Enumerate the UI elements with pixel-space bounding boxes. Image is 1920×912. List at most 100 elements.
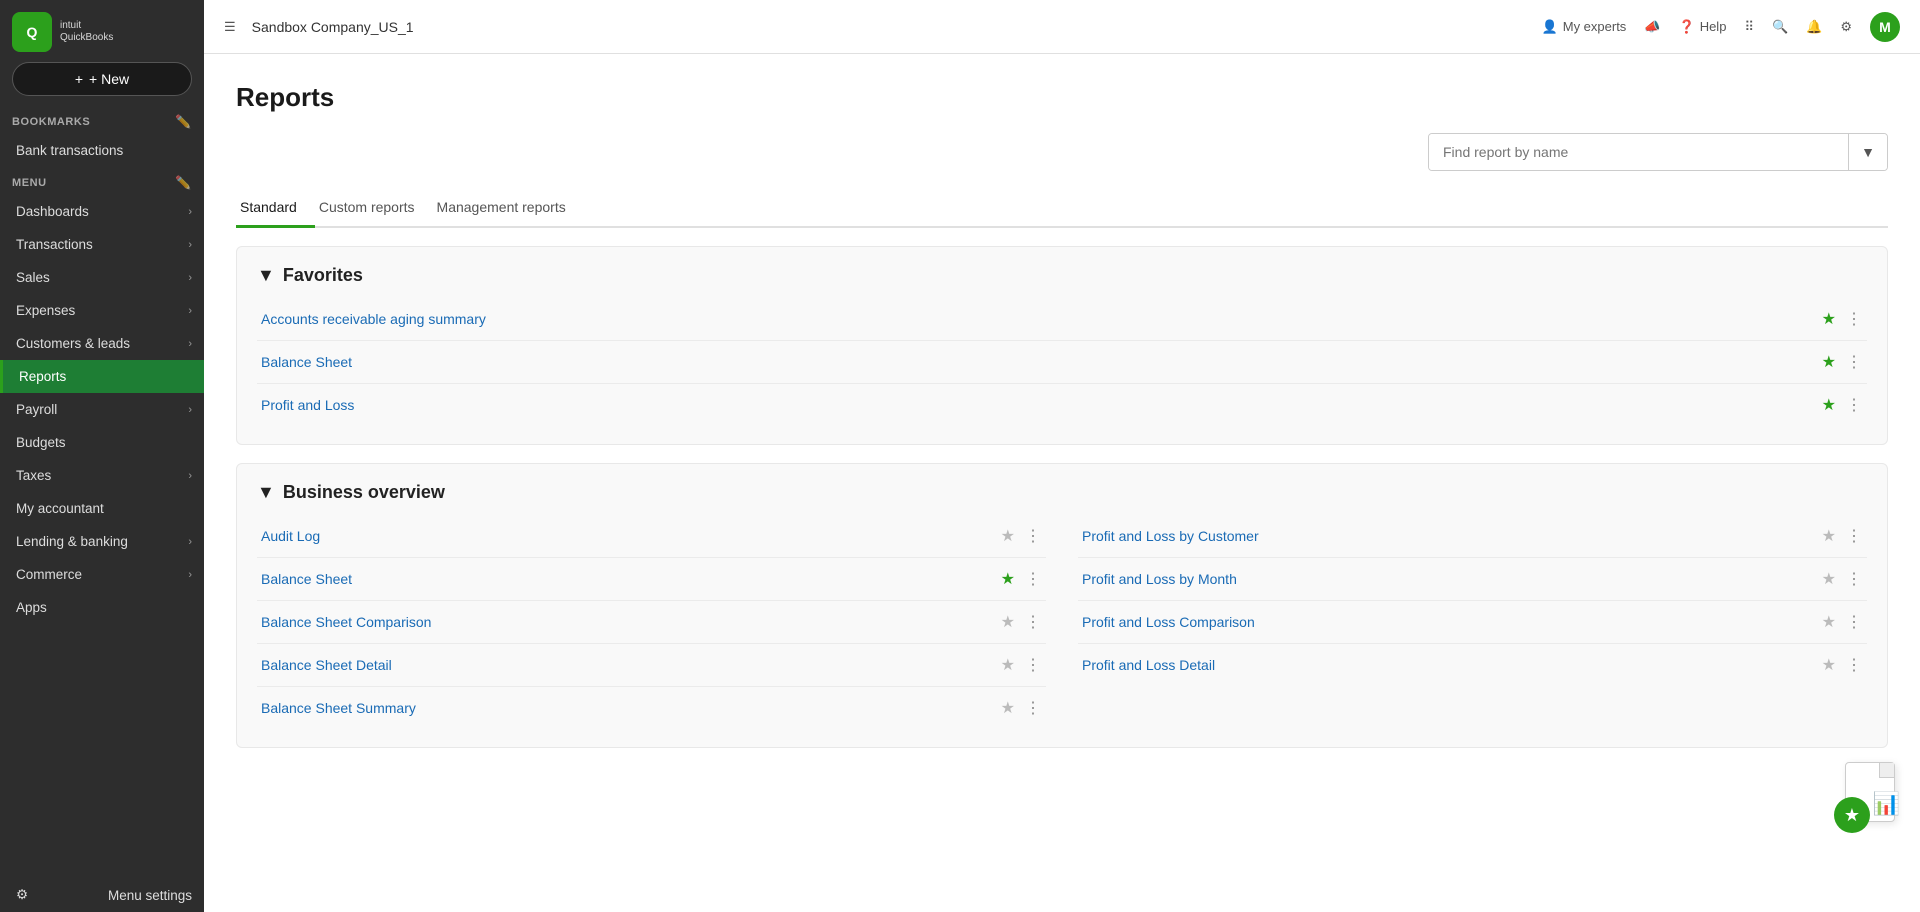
sidebar-item-payroll[interactable]: Payroll › bbox=[0, 393, 204, 426]
sidebar-item-lending-banking[interactable]: Lending & banking › bbox=[0, 525, 204, 558]
new-button[interactable]: + + New bbox=[12, 62, 192, 96]
apps-grid-button[interactable]: ⠿ bbox=[1744, 19, 1754, 35]
sidebar-item-expenses[interactable]: Expenses › bbox=[0, 294, 204, 327]
more-options-icon[interactable]: ⋮ bbox=[1025, 698, 1042, 718]
sidebar-item-commerce[interactable]: Commerce › bbox=[0, 558, 204, 591]
favorite-report-item[interactable]: Profit and Loss ★ ⋮ bbox=[257, 384, 1867, 426]
help-button[interactable]: ❓ Help bbox=[1679, 19, 1727, 35]
business-overview-right-column: Profit and Loss by Customer ★ ⋮ Profit a… bbox=[1078, 515, 1867, 729]
my-experts-button[interactable]: 👤 My experts bbox=[1542, 19, 1627, 35]
star-icon[interactable]: ★ bbox=[1822, 569, 1836, 589]
more-options-icon[interactable]: ⋮ bbox=[1846, 395, 1863, 415]
tab-standard[interactable]: Standard bbox=[236, 189, 315, 228]
more-options-icon[interactable]: ⋮ bbox=[1846, 352, 1863, 372]
sidebar-header: Q intuit QuickBooks bbox=[0, 0, 204, 62]
more-options-icon[interactable]: ⋮ bbox=[1025, 569, 1042, 589]
star-icon[interactable]: ★ bbox=[1822, 352, 1836, 372]
sidebar-label-transactions: Transactions bbox=[16, 237, 93, 252]
business-report-item[interactable]: Profit and Loss by Month ★ ⋮ bbox=[1078, 558, 1867, 601]
sidebar-item-reports[interactable]: Reports bbox=[0, 360, 204, 393]
favorites-title: Favorites bbox=[283, 265, 363, 286]
report-name: Audit Log bbox=[261, 528, 1001, 544]
more-options-icon[interactable]: ⋮ bbox=[1846, 309, 1863, 329]
sidebar-item-apps[interactable]: Apps bbox=[0, 591, 204, 624]
favorites-list: Accounts receivable aging summary ★ ⋮ Ba… bbox=[257, 298, 1867, 426]
star-icon[interactable]: ★ bbox=[1001, 569, 1015, 589]
more-options-icon[interactable]: ⋮ bbox=[1846, 526, 1863, 546]
business-report-item[interactable]: Balance Sheet Summary ★ ⋮ bbox=[257, 687, 1046, 729]
star-icon[interactable]: ★ bbox=[1001, 655, 1015, 675]
star-icon[interactable]: ★ bbox=[1822, 309, 1836, 329]
sidebar-item-dashboards[interactable]: Dashboards › bbox=[0, 195, 204, 228]
menu-settings-item[interactable]: ⚙ Menu settings bbox=[0, 875, 204, 912]
notifications-button[interactable]: 🔔 bbox=[1806, 19, 1822, 35]
sidebar-item-budgets[interactable]: Budgets bbox=[0, 426, 204, 459]
business-overview-section: ▼ Business overview Audit Log ★ ⋮ Balanc… bbox=[236, 463, 1888, 748]
search-icon: 🔍 bbox=[1772, 19, 1788, 35]
more-options-icon[interactable]: ⋮ bbox=[1846, 569, 1863, 589]
business-overview-left-column: Audit Log ★ ⋮ Balance Sheet ★ ⋮ Balance … bbox=[257, 515, 1046, 729]
star-icon[interactable]: ★ bbox=[1001, 612, 1015, 632]
search-button[interactable]: 🔍 bbox=[1772, 19, 1788, 35]
megaphone-button[interactable]: 📣 bbox=[1644, 19, 1660, 35]
sidebar-item-transactions[interactable]: Transactions › bbox=[0, 228, 204, 261]
bookmarks-section-header[interactable]: BOOKMARKS ✏️ bbox=[0, 106, 204, 134]
tab-management-reports[interactable]: Management reports bbox=[433, 189, 584, 228]
megaphone-icon: 📣 bbox=[1644, 19, 1660, 35]
menu-edit-icon[interactable]: ✏️ bbox=[175, 175, 192, 191]
business-report-item[interactable]: Profit and Loss Detail ★ ⋮ bbox=[1078, 644, 1867, 686]
star-icon[interactable]: ★ bbox=[1001, 698, 1015, 718]
sidebar-item-my-accountant[interactable]: My accountant bbox=[0, 492, 204, 525]
bookmarks-label: BOOKMARKS bbox=[12, 116, 90, 128]
search-bar-container: ▼ bbox=[236, 133, 1888, 171]
search-input[interactable] bbox=[1429, 134, 1848, 170]
business-overview-columns: Audit Log ★ ⋮ Balance Sheet ★ ⋮ Balance … bbox=[257, 515, 1867, 729]
more-options-icon[interactable]: ⋮ bbox=[1025, 612, 1042, 632]
chevron-icon: › bbox=[188, 569, 192, 581]
chevron-icon: › bbox=[188, 536, 192, 548]
business-chevron-down-icon: ▼ bbox=[257, 482, 275, 503]
chevron-icon: › bbox=[188, 206, 192, 218]
star-icon[interactable]: ★ bbox=[1822, 526, 1836, 546]
business-report-item[interactable]: Profit and Loss by Customer ★ ⋮ bbox=[1078, 515, 1867, 558]
gear-icon: ⚙ bbox=[1840, 19, 1852, 35]
hamburger-menu-button[interactable]: ☰ bbox=[224, 19, 236, 35]
business-report-item[interactable]: Balance Sheet ★ ⋮ bbox=[257, 558, 1046, 601]
favorite-report-item[interactable]: Balance Sheet ★ ⋮ bbox=[257, 341, 1867, 384]
business-report-item[interactable]: Balance Sheet Comparison ★ ⋮ bbox=[257, 601, 1046, 644]
star-icon[interactable]: ★ bbox=[1822, 395, 1836, 415]
tab-custom-reports[interactable]: Custom reports bbox=[315, 189, 433, 228]
sidebar-label-lending-banking: Lending & banking bbox=[16, 534, 128, 549]
sidebar-label-taxes: Taxes bbox=[16, 468, 51, 483]
report-name: Balance Sheet bbox=[261, 571, 1001, 587]
business-report-item[interactable]: Profit and Loss Comparison ★ ⋮ bbox=[1078, 601, 1867, 644]
topbar-icons: 👤 My experts 📣 ❓ Help ⠿ 🔍 🔔 ⚙ bbox=[1542, 12, 1900, 42]
star-icon[interactable]: ★ bbox=[1822, 612, 1836, 632]
star-icon[interactable]: ★ bbox=[1001, 526, 1015, 546]
chevron-icon: › bbox=[188, 338, 192, 350]
report-name: Balance Sheet bbox=[261, 354, 1822, 370]
sidebar-item-sales[interactable]: Sales › bbox=[0, 261, 204, 294]
favorites-section-header[interactable]: ▼ Favorites bbox=[257, 265, 1867, 286]
menu-section-header[interactable]: MENU ✏️ bbox=[0, 167, 204, 195]
star-icon[interactable]: ★ bbox=[1822, 655, 1836, 675]
sidebar-item-customers-leads[interactable]: Customers & leads › bbox=[0, 327, 204, 360]
more-options-icon[interactable]: ⋮ bbox=[1025, 655, 1042, 675]
sidebar: Q intuit QuickBooks + + New BOOKMARKS ✏️… bbox=[0, 0, 204, 912]
business-overview-title: Business overview bbox=[283, 482, 445, 503]
business-report-item[interactable]: Balance Sheet Detail ★ ⋮ bbox=[257, 644, 1046, 687]
bookmarks-edit-icon[interactable]: ✏️ bbox=[175, 114, 192, 130]
report-name: Balance Sheet Comparison bbox=[261, 614, 1001, 630]
settings-button[interactable]: ⚙ bbox=[1840, 19, 1852, 35]
more-options-icon[interactable]: ⋮ bbox=[1846, 655, 1863, 675]
business-overview-header[interactable]: ▼ Business overview bbox=[257, 482, 1867, 503]
sidebar-item-taxes[interactable]: Taxes › bbox=[0, 459, 204, 492]
sidebar-label-reports: Reports bbox=[19, 369, 66, 384]
business-report-item[interactable]: Audit Log ★ ⋮ bbox=[257, 515, 1046, 558]
more-options-icon[interactable]: ⋮ bbox=[1846, 612, 1863, 632]
sidebar-item-bank-transactions[interactable]: Bank transactions bbox=[0, 134, 204, 167]
search-dropdown-button[interactable]: ▼ bbox=[1848, 134, 1887, 170]
more-options-icon[interactable]: ⋮ bbox=[1025, 526, 1042, 546]
user-avatar[interactable]: M bbox=[1870, 12, 1900, 42]
favorite-report-item[interactable]: Accounts receivable aging summary ★ ⋮ bbox=[257, 298, 1867, 341]
